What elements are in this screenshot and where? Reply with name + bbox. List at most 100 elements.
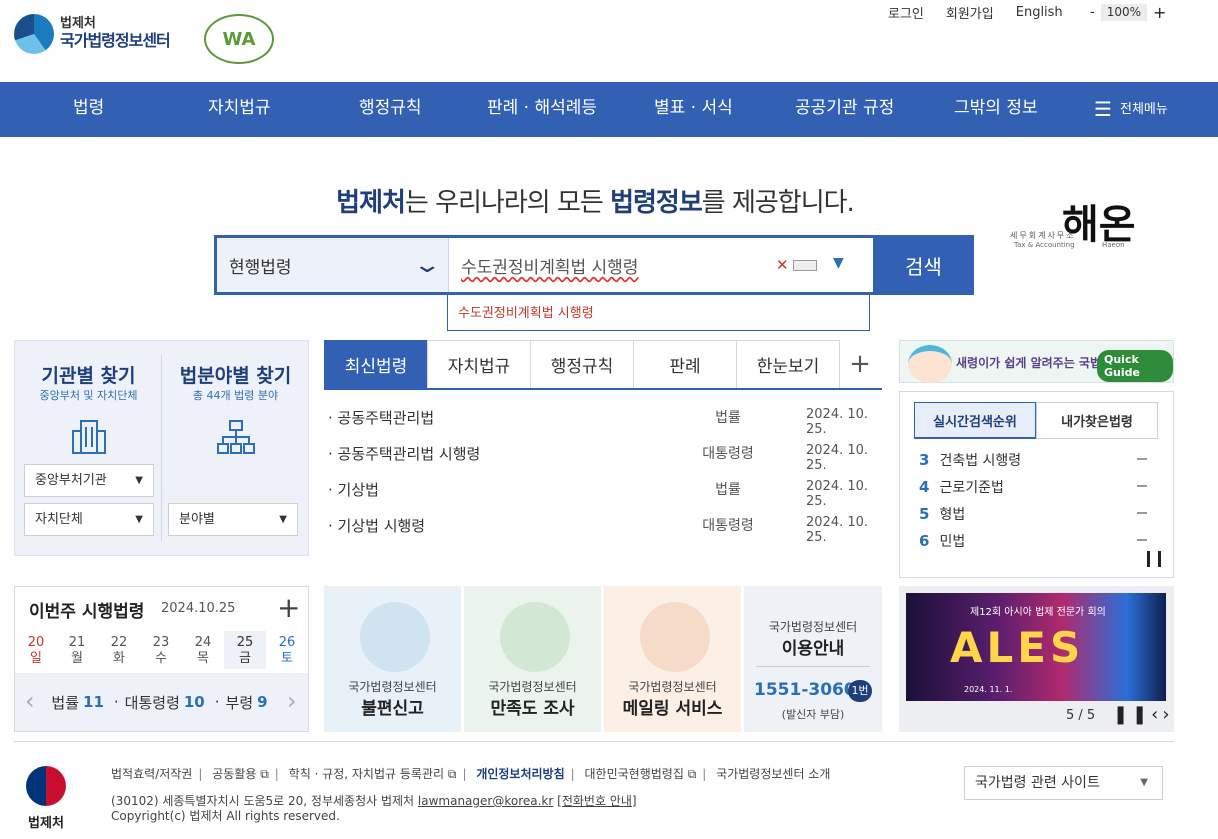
zoom-in-button[interactable]: + bbox=[1153, 3, 1166, 22]
search-suggestion[interactable]: 수도권정비계획법 시행령 bbox=[447, 294, 870, 331]
chevron-down-icon: ⌄ bbox=[412, 252, 442, 278]
pause-icon[interactable]: ❚❚ bbox=[1113, 704, 1151, 725]
web-accessibility-badge: WA bbox=[204, 14, 274, 64]
law-tabs: 최신법령 자치법규 행정규칙 판례 한눈보기 + bbox=[324, 340, 882, 390]
weekly-laws-box: 이번주 시행법령 2024.10.25 + 20 일 21 월 22 화 23 수 24… bbox=[14, 586, 309, 732]
dropdown-arrow-icon[interactable]: ▼ bbox=[833, 255, 844, 271]
field-find: 법분야별 찾기 총 44개 법령 분야 분야별 ▼ bbox=[162, 341, 309, 555]
footer-links: 법적효력/저작권 | 공동활용 ⧉ | 학칙 · 규정, 자치법규 등록관리 ⧉ | … bbox=[111, 767, 831, 781]
clear-icon[interactable]: ✕ bbox=[776, 256, 789, 274]
taeguk-icon bbox=[26, 766, 66, 806]
related-sites-select[interactable]: 국가법령 관련 사이트 ▼ bbox=[964, 766, 1163, 800]
nav-item-precedent[interactable]: 판례 · 해석례등 bbox=[487, 82, 597, 137]
tab-admin[interactable]: 행정규칙 bbox=[530, 340, 634, 388]
tab-my-laws[interactable]: 내가찾은법령 bbox=[1036, 402, 1158, 439]
quick-guide-badge: Quick Guide bbox=[1097, 350, 1173, 382]
banner-controls: ❚❚‹› bbox=[1113, 704, 1174, 725]
rank-item[interactable]: 4 근로기준법 bbox=[919, 477, 1159, 497]
more-plus-icon[interactable]: + bbox=[839, 340, 881, 388]
copyright: Copyright(c) 법제처 All rights reserved. bbox=[111, 809, 340, 823]
search-input[interactable]: 수도권정비계획법 시행령 ✕ ▼ bbox=[449, 238, 873, 292]
org-find-sub: 중앙부처 및 자치단체 bbox=[39, 389, 138, 402]
chevron-left-icon[interactable]: ‹ bbox=[25, 687, 35, 715]
day-cell[interactable]: 22 화 bbox=[98, 631, 140, 669]
nav-item-law[interactable]: 법령 bbox=[73, 82, 104, 137]
tab-overview[interactable]: 한눈보기 bbox=[736, 340, 840, 388]
nav-item-local[interactable]: 자치법규 bbox=[208, 82, 271, 137]
no-change-icon bbox=[1137, 485, 1147, 487]
info-card[interactable]: 국가법령정보센터 이용안내 1551-3060 1번 (발신자 부담) bbox=[744, 586, 882, 732]
phone-guide-link[interactable]: [전화번호 안내] bbox=[557, 794, 636, 808]
survey-card[interactable]: 국가법령정보센터 만족도 조사 bbox=[464, 586, 601, 732]
join-link[interactable]: 회원가입 bbox=[946, 3, 994, 22]
central-agency-select[interactable]: 중앙부처기관 ▼ bbox=[24, 464, 154, 497]
weekly-date: 2024.10.25 bbox=[161, 601, 236, 616]
logo-line1: 법제처 bbox=[60, 16, 96, 31]
no-change-icon bbox=[1137, 458, 1147, 460]
nav-item-admin[interactable]: 행정규칙 bbox=[359, 82, 422, 137]
tab-precedent[interactable]: 판례 bbox=[633, 340, 737, 388]
weekly-more-plus-icon[interactable]: + bbox=[277, 591, 300, 624]
tab-realtime-rank[interactable]: 실시간검색순위 bbox=[914, 402, 1036, 439]
rank-item[interactable]: 3 건축법 시행령 bbox=[919, 450, 1159, 470]
caret-down-icon: ▼ bbox=[279, 514, 287, 525]
utility-bar: 로그인 회원가입 English bbox=[888, 3, 1085, 22]
org-find-title[interactable]: 기관별 찾기 bbox=[15, 361, 162, 388]
external-link-icon: ⧉ bbox=[447, 767, 457, 781]
logo-line2: 국가법령정보센터 bbox=[60, 31, 171, 50]
day-cell[interactable]: 20 일 bbox=[15, 631, 57, 669]
divider bbox=[756, 666, 870, 667]
nav-item-public[interactable]: 공공기관 규정 bbox=[795, 82, 894, 137]
quick-guide-banner[interactable]: 새령이가 쉽게 알려주는 국법 Quick Guide bbox=[899, 340, 1174, 383]
zoom-level: 100% bbox=[1100, 4, 1148, 21]
banner-page-indicator: 5 / 5 bbox=[1066, 708, 1096, 723]
nav-item-other[interactable]: 그밖의 정보 bbox=[954, 82, 1038, 137]
external-link-icon: ⧉ bbox=[687, 767, 697, 781]
ales-banner-image[interactable]: 제12회 아시아 법제 전문가 회의 ALES 2024. 11. 1. bbox=[906, 593, 1166, 701]
login-link[interactable]: 로그인 bbox=[888, 3, 924, 22]
all-menu-button[interactable]: ☰ 전체메뉴 bbox=[1094, 82, 1168, 137]
list-item[interactable]: · 공동주택관리법 시행령 대통령령 2024. 10. 25. bbox=[328, 443, 880, 473]
local-gov-select[interactable]: 자치단체 ▼ bbox=[24, 503, 154, 536]
rank-item[interactable]: 5 형법 bbox=[919, 504, 1159, 524]
day-cell[interactable]: 26 토 bbox=[266, 631, 308, 669]
list-item[interactable]: · 기상법 시행령 대통령령 2024. 10. 25. bbox=[328, 515, 880, 545]
pause-icon[interactable] bbox=[1147, 551, 1161, 567]
list-item[interactable]: · 공동주택관리법 법률 2024. 10. 25. bbox=[328, 407, 880, 437]
field-select[interactable]: 분야별 ▼ bbox=[168, 503, 298, 536]
nav-item-forms[interactable]: 별표 · 서식 bbox=[654, 82, 733, 137]
footer-divider bbox=[14, 741, 1174, 742]
field-find-sub: 총 44개 법령 분야 bbox=[192, 389, 279, 402]
haeon-ad[interactable]: 해온 세무회계사무소 Tax & Accounting Haeon bbox=[1010, 192, 1160, 272]
english-link[interactable]: English bbox=[1016, 5, 1063, 20]
phone-number: 1551-3060 bbox=[754, 680, 856, 700]
keyboard-icon[interactable] bbox=[793, 260, 817, 271]
tab-latest[interactable]: 최신법령 bbox=[324, 340, 428, 388]
email-link[interactable]: lawmanager@korea.kr bbox=[418, 794, 553, 808]
complaint-card[interactable]: 국가법령정보센터 불편신고 bbox=[324, 586, 461, 732]
weekly-counts: ‹ 법률 11 · 대통령령 10 · 부령 9 › bbox=[15, 673, 308, 731]
day-cell[interactable]: 24 목 bbox=[182, 631, 224, 669]
chevron-right-icon[interactable]: › bbox=[1162, 704, 1173, 725]
mailing-card[interactable]: 국가법령정보센터 메일링 서비스 bbox=[604, 586, 741, 732]
event-banner: 제12회 아시아 법제 전문가 회의 ALES 2024. 11. 1. 5 /… bbox=[899, 586, 1174, 732]
no-change-icon bbox=[1137, 512, 1147, 514]
tab-local[interactable]: 자치법규 bbox=[427, 340, 531, 388]
day-cell[interactable]: 21 월 bbox=[56, 631, 98, 669]
list-item[interactable]: · 기상법 법률 2024. 10. 25. bbox=[328, 479, 880, 509]
mascot-icon bbox=[908, 345, 952, 383]
search-rank-box: 실시간검색순위 내가찾은법령 3 건축법 시행령 4 근로기준법 5 형법 6 민법 bbox=[899, 391, 1174, 578]
site-logo[interactable]: 법제처 국가법령정보센터 bbox=[14, 14, 171, 54]
chevron-left-icon[interactable]: ‹ bbox=[1151, 704, 1162, 725]
rank-item[interactable]: 6 민법 bbox=[919, 531, 1159, 551]
search-button[interactable]: 검색 bbox=[873, 235, 974, 295]
caret-down-icon: ▼ bbox=[135, 475, 143, 486]
day-cell[interactable]: 23 수 bbox=[140, 631, 182, 669]
field-find-title[interactable]: 법분야별 찾기 bbox=[162, 361, 309, 388]
search-bar: 현행법령 ⌄ 수도권정비계획법 시행령 ✕ ▼ 검색 bbox=[214, 235, 974, 295]
day-cell-selected[interactable]: 25 금 bbox=[224, 631, 266, 669]
chevron-right-icon[interactable]: › bbox=[287, 687, 297, 715]
search-scope-select[interactable]: 현행법령 ⌄ bbox=[217, 238, 449, 292]
zoom-out-button[interactable]: - bbox=[1090, 5, 1095, 20]
weekly-title: 이번주 시행법령 bbox=[29, 602, 145, 622]
